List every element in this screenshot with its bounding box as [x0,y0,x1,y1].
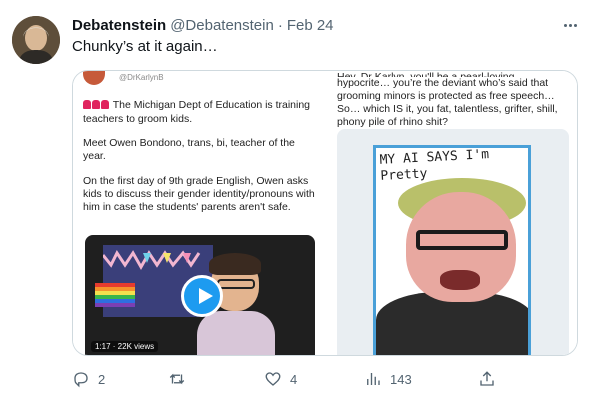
media-image-left[interactable]: @DrKarlynB The Michigan Dept of Educatio… [73,71,325,355]
reply-line-1: hypocrite… you’re the deviant who’s said… [337,77,549,89]
pride-flag [95,283,135,311]
video-thumbnail[interactable]: 1:17 · 22K views [85,235,315,355]
views-button[interactable]: 143 [364,368,412,390]
reply-line-2: grooming minors is protected as free spe… [337,90,555,102]
tweet-actions: 2 4 143 [72,368,578,390]
like-button[interactable]: 4 [264,368,297,390]
retweet-button[interactable] [168,368,194,390]
tweet-media[interactable]: @DrKarlynB The Michigan Dept of Educatio… [72,70,578,356]
quoted-paragraph-1-text: The Michigan Dept of Education is traini… [83,99,311,125]
play-icon[interactable] [181,275,223,317]
caricature-card: MY AI SAYS I'm Pretty [337,129,569,355]
reply-icon [74,372,88,388]
quoted-handle: @DrKarlynB [119,73,164,82]
share-button[interactable] [478,368,496,390]
media-image-right[interactable]: Hey, Dr Karlyn, you'll be a pearl-loving… [327,71,577,355]
heart-icon [265,372,281,386]
like-count: 4 [290,371,298,387]
tweet-header: Debatenstein @Debatenstein · Feb 24 [72,14,334,36]
caricature-drawing: MY AI SAYS I'm Pretty [373,145,531,355]
reply-button[interactable]: 2 [72,368,105,390]
views-icon [367,373,380,385]
quoted-paragraph-3: On the first day of 9th grade English, O… [83,175,315,213]
header-separator: · [277,16,283,34]
reply-line-3: So… which IS it, you fat, talentless, gr… [337,103,558,115]
retweet-icon [169,373,185,385]
quoted-paragraph-2: Meet Owen Bondono, trans, bi, teacher of… [83,137,295,162]
video-duration-views: 1:17 · 22K views [91,341,159,352]
siren-emoji-icons [83,100,110,113]
tweet[interactable]: Debatenstein @Debatenstein · Feb 24 Chun… [0,0,600,402]
tweet-date[interactable]: Feb 24 [287,17,334,34]
share-icon [480,371,494,386]
author-handle[interactable]: @Debatenstein [170,17,274,34]
reply-count: 2 [98,371,106,387]
quoted-avatar [83,71,105,85]
reply-line-4: phony pile of rhino shit? [337,116,448,128]
avatar-portrait [12,16,60,64]
author-avatar[interactable] [12,16,60,64]
quoted-paragraph-1: The Michigan Dept of Education is traini… [83,99,319,126]
tweet-text: Chunky’s at it again… [72,38,218,55]
more-icon[interactable] [560,14,580,36]
author-display-name[interactable]: Debatenstein [72,17,166,34]
views-count: 143 [390,371,412,387]
reply-screenshot-text: Hey, Dr Karlyn, you'll be a pearl-loving… [337,71,573,129]
